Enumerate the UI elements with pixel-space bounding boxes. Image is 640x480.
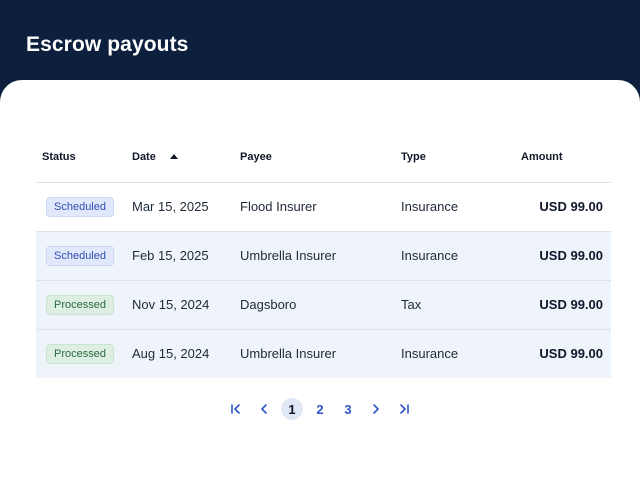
- amount-cell: USD 99.00: [521, 231, 611, 281]
- pagination: 1 2 3: [0, 398, 640, 420]
- status-badge: Processed: [46, 343, 114, 364]
- type-cell: Insurance: [401, 182, 521, 232]
- status-badge: Processed: [46, 294, 114, 315]
- next-page-button[interactable]: [365, 398, 387, 420]
- page-button-3[interactable]: 3: [337, 398, 359, 420]
- type-cell: Tax: [401, 280, 521, 330]
- table-row[interactable]: Scheduled Mar 15, 2025 Flood Insurer Ins…: [36, 182, 611, 232]
- column-header-date[interactable]: Date: [132, 132, 240, 183]
- table-header-row: Status Date Payee Type Amount: [36, 132, 611, 183]
- payouts-table: Status Date Payee Type Amount Scheduled …: [36, 132, 611, 378]
- status-badge: Scheduled: [46, 196, 114, 217]
- payee-cell: Umbrella Insurer: [240, 329, 401, 378]
- payouts-card: Status Date Payee Type Amount Scheduled …: [0, 80, 640, 480]
- date-cell: Aug 15, 2024: [132, 329, 240, 378]
- page-title: Escrow payouts: [26, 33, 189, 56]
- date-cell: Feb 15, 2025: [132, 231, 240, 281]
- status-cell: Scheduled: [36, 231, 132, 281]
- column-header-type[interactable]: Type: [401, 132, 521, 183]
- status-badge: Scheduled: [46, 245, 114, 266]
- column-header-amount[interactable]: Amount: [521, 132, 611, 183]
- table-row[interactable]: Processed Aug 15, 2024 Umbrella Insurer …: [36, 329, 611, 378]
- column-header-status[interactable]: Status: [36, 132, 132, 183]
- status-cell: Processed: [36, 280, 132, 330]
- table-row[interactable]: Processed Nov 15, 2024 Dagsboro Tax USD …: [36, 280, 611, 330]
- amount-cell: USD 99.00: [521, 280, 611, 330]
- date-cell: Nov 15, 2024: [132, 280, 240, 330]
- chevron-left-icon: [261, 404, 267, 414]
- previous-page-button[interactable]: [253, 398, 275, 420]
- amount-cell: USD 99.00: [521, 182, 611, 232]
- column-header-payee-label: Payee: [240, 150, 272, 163]
- page-button-1[interactable]: 1: [281, 398, 303, 420]
- first-page-button[interactable]: [225, 398, 247, 420]
- chevron-right-icon: [373, 404, 379, 414]
- sort-ascending-icon: [169, 153, 178, 159]
- status-cell: Scheduled: [36, 182, 132, 232]
- column-header-payee[interactable]: Payee: [240, 132, 401, 183]
- table-row[interactable]: Scheduled Feb 15, 2025 Umbrella Insurer …: [36, 231, 611, 281]
- column-header-type-label: Type: [401, 150, 426, 163]
- type-cell: Insurance: [401, 329, 521, 378]
- payee-cell: Flood Insurer: [240, 182, 401, 232]
- column-header-date-label: Date: [132, 150, 156, 163]
- type-cell: Insurance: [401, 231, 521, 281]
- column-header-amount-label: Amount: [521, 150, 563, 163]
- last-page-icon: [400, 404, 409, 414]
- column-header-status-label: Status: [42, 150, 76, 163]
- last-page-button[interactable]: [393, 398, 415, 420]
- payee-cell: Umbrella Insurer: [240, 231, 401, 281]
- date-cell: Mar 15, 2025: [132, 182, 240, 232]
- status-cell: Processed: [36, 329, 132, 378]
- amount-cell: USD 99.00: [521, 329, 611, 378]
- payee-cell: Dagsboro: [240, 280, 401, 330]
- page-button-2[interactable]: 2: [309, 398, 331, 420]
- first-page-icon: [231, 404, 240, 414]
